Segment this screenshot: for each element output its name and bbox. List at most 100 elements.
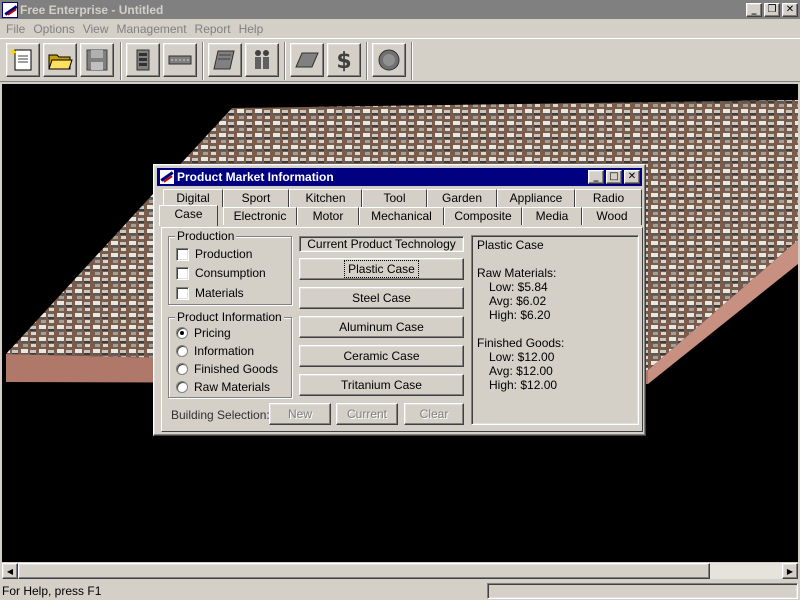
restore-icon: ❐ [767,3,777,15]
info-finished-high: High: $12.00 [489,378,558,392]
dialog-minimize-button[interactable]: _ [588,170,604,184]
product-info-panel: Plastic Case Raw Materials: Low: $5.84 A… [471,235,639,425]
technology-header: Current Product Technology [299,236,464,252]
product-market-dialog: Product Market Information _ □ ✕ Digital… [153,164,646,436]
menu-file[interactable]: File [2,22,29,36]
menu-help[interactable]: Help [235,22,268,36]
radio-label: Finished Goods [194,362,279,376]
scrollbar-thumb[interactable] [18,563,710,579]
road-button[interactable] [163,43,197,77]
pricing-radio[interactable]: Pricing [176,326,231,340]
info-raw-low: Low: $5.84 [489,280,548,294]
checkbox-label: Materials [195,286,244,300]
checkbox-label: Consumption [195,266,266,280]
tab-case[interactable]: Case [159,205,218,226]
production-checkbox[interactable]: Production [176,247,252,261]
consumption-checkbox[interactable]: Consumption [176,266,266,280]
menu-report[interactable]: Report [191,22,235,36]
production-group-label: Production [175,229,237,243]
checkbox-box [176,247,189,261]
dialog-logo-icon[interactable] [160,170,174,184]
building-button[interactable] [126,43,160,77]
raw-materials-radio[interactable]: Raw Materials [176,380,270,394]
restore-button[interactable]: ❐ [764,2,780,17]
steel-case-button[interactable]: Steel Case [299,287,464,309]
radio-label: Information [194,344,255,358]
globe-icon [378,49,400,71]
horizontal-scrollbar[interactable]: ◀ ▶ [2,563,798,579]
new-document-button[interactable] [6,43,40,77]
road-icon [168,55,192,65]
open-folder-button[interactable] [43,43,77,77]
tab-sport[interactable]: Sport [223,189,289,207]
app-title-bar: Free Enterprise - Untitled _ ❐ ✕ [0,0,800,19]
minimize-button[interactable]: _ [746,2,762,17]
status-help-text: For Help, press F1 [2,584,102,598]
checkbox-label: Production [195,247,253,261]
close-icon: ✕ [627,171,637,182]
tab-radio[interactable]: Radio [575,189,642,207]
clear-building-button[interactable]: Clear [404,403,464,425]
aluminum-case-button[interactable]: Aluminum Case [299,316,464,338]
scroll-left-button[interactable]: ◀ [2,563,18,579]
information-radio[interactable]: Information [176,344,254,358]
info-finished-low: Low: $12.00 [489,350,555,364]
info-raw-high: High: $6.20 [489,308,551,322]
tab-motor[interactable]: Motor [297,207,359,225]
dialog-title-bar[interactable]: Product Market Information _ □ ✕ [157,168,642,186]
close-button[interactable]: ✕ [782,2,798,17]
finished-goods-radio[interactable]: Finished Goods [176,362,278,376]
materials-checkbox[interactable]: Materials [176,286,244,300]
arrow-right-icon: ▶ [786,566,794,576]
svg-text:$: $ [336,49,351,73]
tab-appliance[interactable]: Appliance [497,189,575,207]
toolbar: $ [0,38,800,82]
tab-kitchen[interactable]: Kitchen [289,189,362,207]
people-button[interactable] [245,43,279,77]
floppy-disk-icon [86,49,108,71]
menu-options[interactable]: Options [29,22,78,36]
land-button[interactable] [290,43,324,77]
book-button[interactable] [208,43,242,77]
tab-composite[interactable]: Composite [444,207,522,225]
dollar-icon: $ [336,49,351,73]
close-icon: ✕ [785,3,795,15]
tab-tool[interactable]: Tool [362,189,427,207]
new-building-button[interactable]: New [269,403,331,425]
dialog-close-button[interactable]: ✕ [624,170,640,184]
info-finished-header: Finished Goods: [477,336,565,350]
scroll-right-button[interactable]: ▶ [782,563,798,579]
tab-electronic[interactable]: Electronic [223,207,297,225]
tab-media[interactable]: Media [522,207,582,225]
menu-view[interactable]: View [79,22,113,36]
book-icon [213,50,235,70]
radio-dot [176,327,188,339]
finance-button[interactable]: $ [327,43,361,77]
ceramic-case-button[interactable]: Ceramic Case [299,345,464,367]
info-product-name: Plastic Case [477,238,544,252]
new-document-icon [10,49,32,71]
globe-button[interactable] [372,43,406,77]
tritanium-case-button[interactable]: Tritanium Case [299,374,464,396]
checkbox-box [176,286,189,300]
radio-label: Pricing [194,326,231,340]
radio-label: Raw Materials [194,380,271,394]
tab-mechanical[interactable]: Mechanical [359,207,444,225]
land-plot-icon [295,52,319,68]
people-icon [255,50,269,69]
tab-wood[interactable]: Wood [582,207,642,225]
current-building-button[interactable]: Current [336,403,398,425]
plastic-case-button[interactable]: Plastic Case [299,258,464,280]
checkbox-box [176,266,189,280]
status-bar: For Help, press F1 [0,582,800,600]
menu-management[interactable]: Management [113,22,191,36]
radio-dot [176,345,188,357]
minimize-icon: _ [751,3,757,15]
dialog-title: Product Market Information [177,170,334,184]
radio-dot [176,363,188,375]
app-logo-icon[interactable] [2,1,18,18]
dialog-maximize-button[interactable]: □ [606,170,622,184]
info-finished-avg: Avg: $12.00 [489,364,553,378]
tab-garden[interactable]: Garden [427,189,497,207]
save-button[interactable] [80,43,114,77]
